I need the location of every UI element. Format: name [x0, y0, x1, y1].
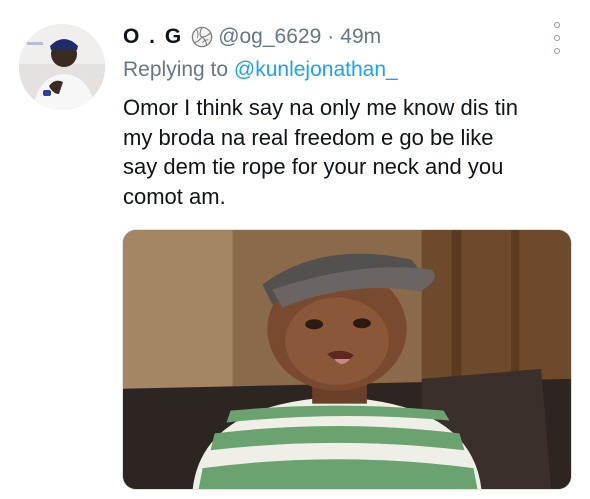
- replying-to: Replying to @kunlejonathan_: [123, 58, 398, 82]
- timestamp[interactable]: 49m: [340, 25, 381, 49]
- volleyball-icon: [191, 26, 213, 48]
- tweet[interactable]: O . G @og_6629 · 49m Replying to @kunlej…: [0, 0, 590, 499]
- reply-mention-link[interactable]: @kunlejonathan_: [234, 58, 398, 81]
- tweet-text: Omor I think say na only me know dis tin…: [123, 93, 573, 211]
- tweet-header: O . G @og_6629 · 49m: [123, 22, 381, 52]
- tweet-text-line: say dem tie rope for your neck and you: [123, 154, 504, 179]
- avatar-image: [19, 24, 105, 110]
- avatar[interactable]: [19, 24, 105, 110]
- display-name[interactable]: O . G: [123, 25, 183, 49]
- tweet-media-image[interactable]: [122, 229, 572, 490]
- meme-photo: [123, 230, 571, 489]
- user-handle[interactable]: @og_6629: [218, 25, 321, 49]
- replying-to-label: Replying to: [123, 58, 229, 81]
- more-vertical-icon[interactable]: [551, 22, 563, 54]
- tweet-text-line: comot am.: [123, 183, 226, 209]
- separator: ·: [327, 25, 335, 48]
- tweet-text-line: my broda na real freedom e go be like: [123, 124, 494, 150]
- tweet-text-line: Omor I think say na only me know dis tin: [123, 95, 518, 120]
